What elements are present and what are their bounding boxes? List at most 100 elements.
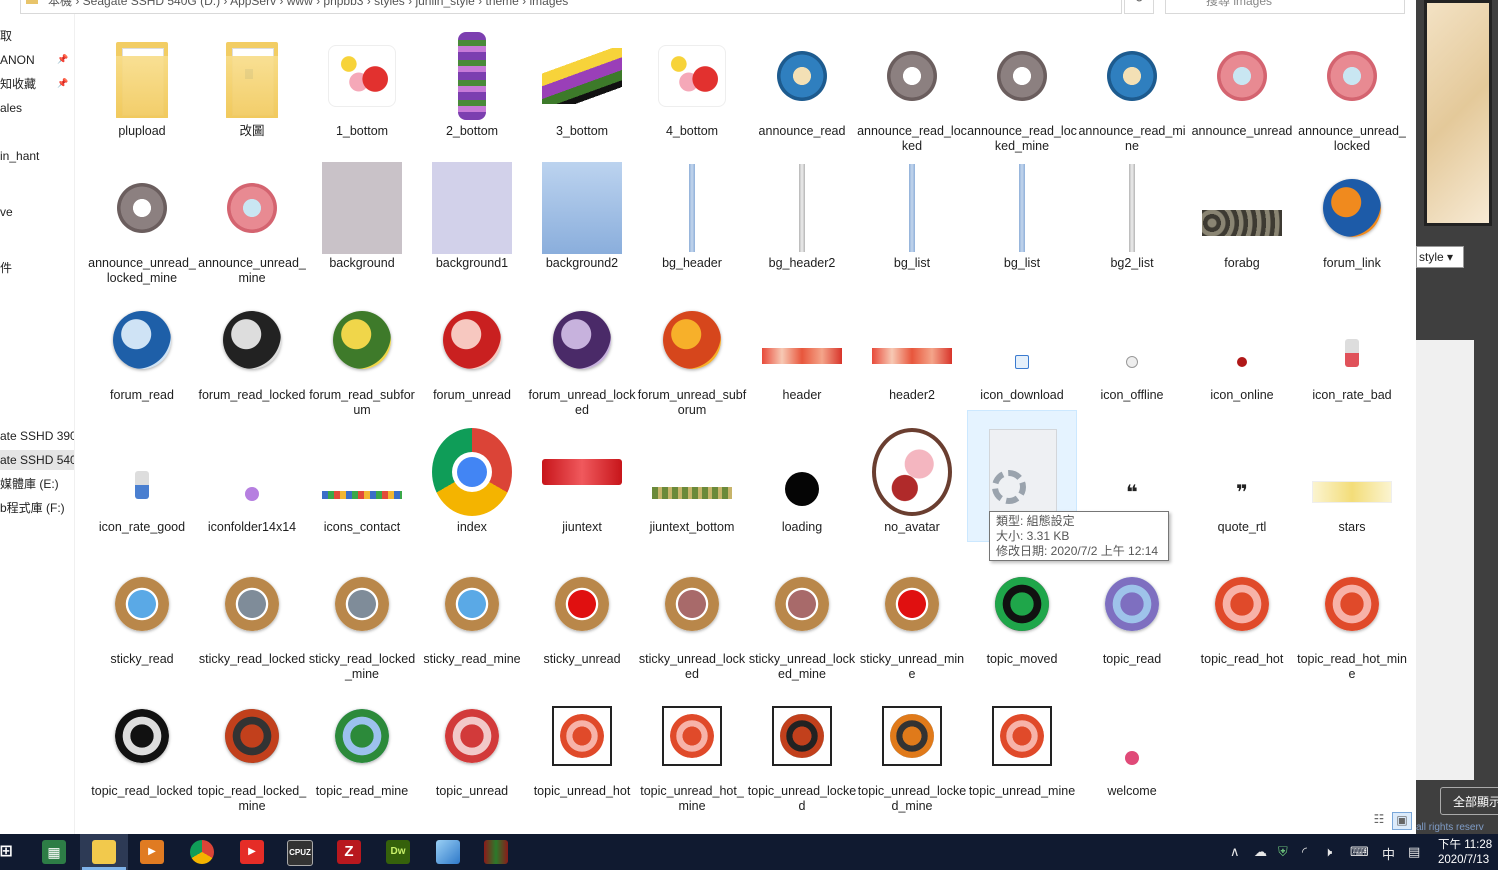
onedrive-icon[interactable]: ☁ [1254, 844, 1267, 860]
file-item[interactable]: forabg [1187, 146, 1297, 278]
file-item[interactable]: icon_offline [1077, 278, 1187, 410]
file-item[interactable]: announce_unread [1187, 14, 1297, 146]
file-item[interactable]: topic_unread_hot [527, 674, 637, 806]
file-item[interactable]: icons_contact [307, 410, 417, 542]
file-item[interactable]: welcome [1077, 674, 1187, 806]
file-item[interactable]: 3_bottom [527, 14, 637, 146]
file-item[interactable]: topic_unread_locked_mine [857, 674, 967, 813]
file-item[interactable]: icon_rate_bad [1297, 278, 1407, 410]
nav-item[interactable]: 取 [0, 26, 74, 46]
security-shield-icon[interactable]: ⛨ [1278, 844, 1288, 860]
file-item[interactable]: jiuntext [527, 410, 637, 542]
pin-icon[interactable]: 📌 [57, 78, 68, 89]
file-item[interactable]: no_avatar [857, 410, 967, 542]
file-item[interactable]: sticky_unread_mine [857, 542, 967, 681]
nav-item[interactable]: ate SSHD 540 [0, 450, 74, 470]
nav-item[interactable]: b程式庫 (F:) [0, 498, 74, 518]
file-item[interactable]: topic_read_hot_mine [1297, 542, 1407, 681]
winrar-icon[interactable] [484, 840, 508, 864]
file-item[interactable]: 4_bottom [637, 14, 747, 146]
file-item[interactable]: forum_read_locked [197, 278, 307, 410]
file-item[interactable]: header2 [857, 278, 967, 410]
file-item[interactable]: announce_read [747, 14, 857, 146]
notification-icon[interactable]: ▤ [1408, 844, 1420, 860]
file-item[interactable]: jiuntext_bottom [637, 410, 747, 542]
file-item[interactable]: topic_moved [967, 542, 1077, 674]
file-item[interactable]: forum_read_subforum [307, 278, 417, 417]
filezilla-icon[interactable]: Z [337, 840, 361, 864]
file-explorer-icon[interactable] [92, 840, 116, 864]
nav-item[interactable]: in_hant [0, 146, 74, 166]
file-item[interactable]: 2_bottom [417, 14, 527, 146]
file-item[interactable]: sticky_read [87, 542, 197, 674]
file-item[interactable]: sticky_read_mine [417, 542, 527, 674]
file-item[interactable]: icon_online [1187, 278, 1297, 410]
file-item[interactable]: sticky_read_locked [197, 542, 307, 674]
wifi-icon[interactable]: ◜ [1302, 844, 1307, 860]
file-item[interactable]: topic_unread_locked [747, 674, 857, 813]
file-item[interactable]: forum_unread [417, 278, 527, 410]
chrome-taskbar-icon[interactable] [190, 840, 214, 864]
cpuz-icon[interactable]: CPUZ [287, 840, 313, 866]
file-item[interactable]: bg_header [637, 146, 747, 278]
file-item[interactable]: topic_read [1077, 542, 1187, 674]
file-item[interactable]: forum_link [1297, 146, 1407, 278]
file-item[interactable]: announce_read_locked_mine [967, 14, 1077, 153]
file-item[interactable]: bg_list [857, 146, 967, 278]
file-item[interactable]: forum_unread_subforum [637, 278, 747, 417]
start-button[interactable]: ⊞ [0, 840, 18, 864]
clock[interactable]: 下午 11:28 2020/7/13 [1438, 838, 1492, 868]
show-all-button[interactable]: 全部顯示 [1440, 787, 1498, 815]
file-item[interactable]: topic_unread_mine [967, 674, 1077, 806]
dreamweaver-icon[interactable]: Dw [386, 840, 410, 864]
file-item[interactable]: sticky_unread_locked_mine [747, 542, 857, 681]
file-item[interactable]: 改圖 [197, 14, 307, 146]
nav-item[interactable]: ales [0, 98, 74, 118]
file-item[interactable]: bg_header2 [747, 146, 857, 278]
file-item[interactable]: topic_read_hot [1187, 542, 1297, 674]
file-item[interactable]: bg2_list [1077, 146, 1187, 278]
nav-item[interactable]: ve [0, 202, 74, 222]
breadcrumb[interactable]: 本機 › Seagate SSHD 540G (D:) › AppServ › … [48, 0, 568, 9]
show-hidden-icons-button[interactable]: ∧ [1230, 844, 1240, 860]
file-item[interactable]: icon_download [967, 278, 1077, 410]
file-item[interactable]: sticky_unread [527, 542, 637, 674]
large-icons-view-button[interactable]: ▣ [1392, 812, 1412, 830]
file-item[interactable]: plupload [87, 14, 197, 146]
file-item[interactable]: header [747, 278, 857, 410]
file-item[interactable]: stars [1297, 410, 1407, 542]
file-item[interactable]: announce_read_mine [1077, 14, 1187, 153]
file-item[interactable]: loading [747, 410, 857, 542]
file-item[interactable]: bg_list [967, 146, 1077, 278]
file-item[interactable]: topic_unread_hot_mine [637, 674, 747, 813]
file-item[interactable]: ❞ quote_rtl [1187, 410, 1297, 542]
volume-icon[interactable]: 🕨 [1324, 844, 1332, 860]
file-item[interactable]: background1 [417, 146, 527, 278]
file-item[interactable]: forum_read [87, 278, 197, 410]
refresh-button[interactable]: ↻ [1124, 0, 1154, 14]
file-item[interactable]: icon_rate_good [87, 410, 197, 542]
ime-indicator[interactable]: 中 [1382, 844, 1395, 863]
nav-item[interactable]: ate SSHD 390 [0, 426, 74, 446]
details-view-button[interactable]: ☷ [1370, 812, 1388, 828]
taskbar-apps[interactable]: ▦ [42, 840, 66, 864]
file-item[interactable]: announce_unread_locked_mine [87, 146, 197, 285]
file-item[interactable]: announce_read_locked [857, 14, 967, 153]
file-item[interactable]: sticky_read_locked_mine [307, 542, 417, 681]
file-item[interactable]: announce_unread_locked [1297, 14, 1407, 153]
file-item[interactable]: topic_read_locked_mine [197, 674, 307, 813]
notepad-icon[interactable] [436, 840, 460, 864]
file-item[interactable]: sticky_unread_locked [637, 542, 747, 681]
file-item[interactable]: forum_unread_locked [527, 278, 637, 417]
pin-icon[interactable]: 📌 [57, 54, 68, 65]
keyboard-icon[interactable]: ⌨ [1350, 844, 1369, 860]
nav-item[interactable]: 件 [0, 258, 74, 278]
style-select[interactable]: style ▾ [1416, 246, 1464, 268]
youtube-icon[interactable]: ▶ [240, 840, 264, 864]
file-item[interactable]: topic_unread [417, 674, 527, 806]
media-player-icon[interactable]: ▶ [140, 840, 164, 864]
search-input[interactable] [1165, 0, 1405, 14]
file-item[interactable]: index [417, 410, 527, 542]
file-item[interactable]: topic_read_mine [307, 674, 417, 806]
file-item[interactable]: iconfolder14x14 [197, 410, 307, 542]
